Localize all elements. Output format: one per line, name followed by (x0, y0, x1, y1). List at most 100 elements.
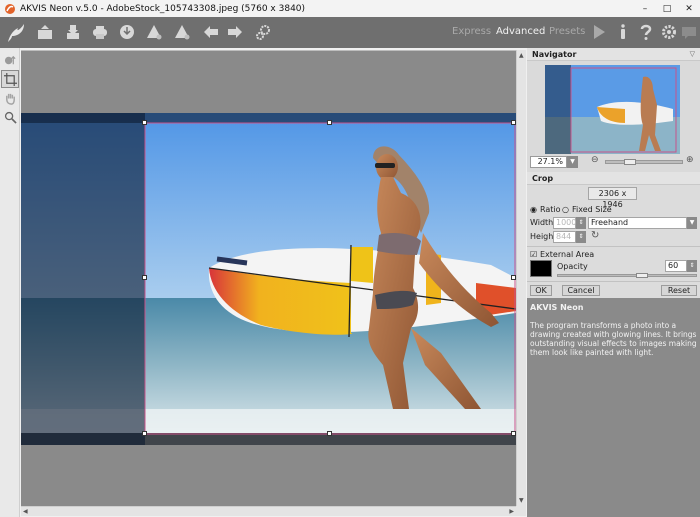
collapse-icon[interactable]: ▽ (690, 48, 695, 61)
print-icon (93, 26, 107, 39)
fixed-size-radio[interactable]: ○ (562, 205, 569, 214)
import-preset-icon (147, 25, 162, 40)
info-button[interactable] (612, 21, 634, 43)
hand-icon (5, 93, 15, 105)
opacity-slider[interactable] (557, 273, 697, 278)
run-icon (594, 25, 605, 39)
width-input[interactable]: 1000 (553, 217, 576, 229)
scroll-up-icon[interactable]: ▲ (519, 52, 524, 59)
width-label: Width (530, 218, 554, 227)
zoom-input[interactable]: 27.1% (530, 156, 567, 168)
save-image-button[interactable] (62, 21, 84, 43)
undo-button[interactable] (200, 21, 222, 43)
toolbar: Express Advanced Presets (0, 17, 700, 48)
ratio-radio[interactable]: ◉ (530, 205, 537, 214)
info-panel: AKVIS Neon The program transforms a phot… (527, 298, 700, 517)
crop-title: Crop (532, 174, 554, 183)
scroll-left-icon[interactable]: ◀ (23, 508, 28, 515)
zoom-out-icon[interactable]: ⊖ (591, 155, 599, 165)
logo-icon[interactable] (3, 19, 29, 45)
crop-preset-select[interactable]: Freehand (588, 217, 687, 229)
crop-handle-top-left[interactable] (142, 120, 147, 125)
vertical-scrollbar[interactable]: ▲ ▼ (516, 50, 526, 506)
navigator-title: Navigator (532, 50, 577, 59)
navigator-thumbnail[interactable] (545, 65, 680, 154)
tab-express[interactable]: Express (452, 26, 491, 37)
before-after-tool[interactable] (1, 51, 19, 69)
preferences-button[interactable] (658, 21, 680, 43)
zoom-slider-thumb[interactable] (624, 159, 636, 165)
before-after-icon (4, 55, 16, 64)
notification-button[interactable] (680, 21, 698, 43)
ok-button[interactable]: OK (530, 285, 552, 296)
width-spinner[interactable]: ⇕ (576, 217, 586, 229)
hand-tool[interactable] (1, 89, 19, 107)
zoom-tool[interactable] (1, 108, 19, 126)
undo-icon (204, 26, 218, 38)
crop-handle-bottom[interactable] (327, 431, 332, 436)
help-button[interactable] (635, 21, 657, 43)
crop-preset-dropdown[interactable]: ▼ (687, 217, 697, 229)
opacity-slider-thumb[interactable] (636, 273, 648, 278)
ratio-label: Ratio (540, 205, 561, 214)
help-icon (640, 24, 652, 40)
crop-icon (3, 72, 17, 86)
redo-icon (228, 26, 242, 38)
run-button[interactable] (588, 21, 610, 43)
share-button[interactable] (116, 21, 138, 43)
app-icon (5, 3, 15, 14)
crop-tool[interactable] (1, 70, 19, 88)
open-image-button[interactable] (34, 21, 56, 43)
window-title: AKVIS Neon v.5.0 - AdobeStock_105743308.… (20, 3, 306, 14)
tools-panel (0, 48, 20, 517)
opacity-input[interactable]: 60 (665, 260, 687, 272)
export-preset-icon (175, 25, 190, 40)
share-icon (120, 25, 134, 39)
crop-size-readout: 2306 x 1946 (588, 187, 637, 209)
beach-photo (21, 113, 516, 445)
crop-header: Crop (527, 172, 700, 185)
import-preset-button[interactable] (143, 21, 165, 43)
resize-grip[interactable] (516, 506, 526, 516)
crop-handle-top[interactable] (327, 120, 332, 125)
opacity-spinner[interactable]: ⇕ (687, 260, 697, 272)
batch-settings-icon (256, 25, 270, 40)
zoom-dropdown-button[interactable]: ▼ (567, 156, 578, 168)
zoom-in-icon[interactable]: ⊕ (686, 155, 694, 165)
close-button[interactable]: ✕ (678, 0, 700, 17)
settings-panel: Navigator ▽ 27.1% ▼ ⊖ ⊕ Crop 2306 x 1946 (527, 48, 700, 517)
batch-settings-button[interactable] (252, 21, 274, 43)
height-input[interactable]: 844 (553, 231, 576, 243)
external-color-swatch[interactable] (530, 260, 552, 277)
crop-handle-left[interactable] (142, 275, 147, 280)
print-button[interactable] (89, 21, 111, 43)
scroll-down-icon[interactable]: ▼ (519, 497, 524, 504)
horizontal-scrollbar[interactable]: ◀ ▶ (21, 506, 516, 516)
swap-orientation-icon[interactable]: ↻ (591, 230, 599, 241)
navigator-header: Navigator ▽ (527, 48, 700, 61)
export-preset-button[interactable] (171, 21, 193, 43)
notification-icon (682, 27, 696, 39)
cancel-button[interactable]: Cancel (562, 285, 600, 296)
tab-advanced[interactable]: Advanced (496, 26, 545, 37)
redo-button[interactable] (224, 21, 246, 43)
zoom-icon (4, 111, 17, 124)
fixed-size-label: Fixed Size (572, 205, 612, 214)
external-area-label: External Area (540, 250, 595, 259)
image-canvas[interactable] (21, 50, 516, 506)
reset-button[interactable]: Reset (661, 285, 697, 296)
height-spinner[interactable]: ⇕ (576, 231, 586, 243)
photo-image (21, 113, 516, 445)
crop-panel: Crop 2306 x 1946 ◉ Ratio ○ Fixed Size Wi… (527, 172, 700, 298)
maximize-button[interactable]: □ (656, 0, 678, 17)
divider (527, 246, 700, 247)
zoom-slider[interactable] (605, 159, 683, 165)
minimize-button[interactable]: – (634, 0, 656, 17)
tab-presets[interactable]: Presets (549, 26, 585, 37)
crop-handle-bottom-left[interactable] (142, 431, 147, 436)
scroll-right-icon[interactable]: ▶ (509, 508, 514, 515)
info-icon (621, 24, 625, 39)
open-image-icon (38, 25, 52, 39)
preferences-icon (662, 25, 676, 39)
external-area-checkbox[interactable]: ☑ (530, 250, 537, 259)
